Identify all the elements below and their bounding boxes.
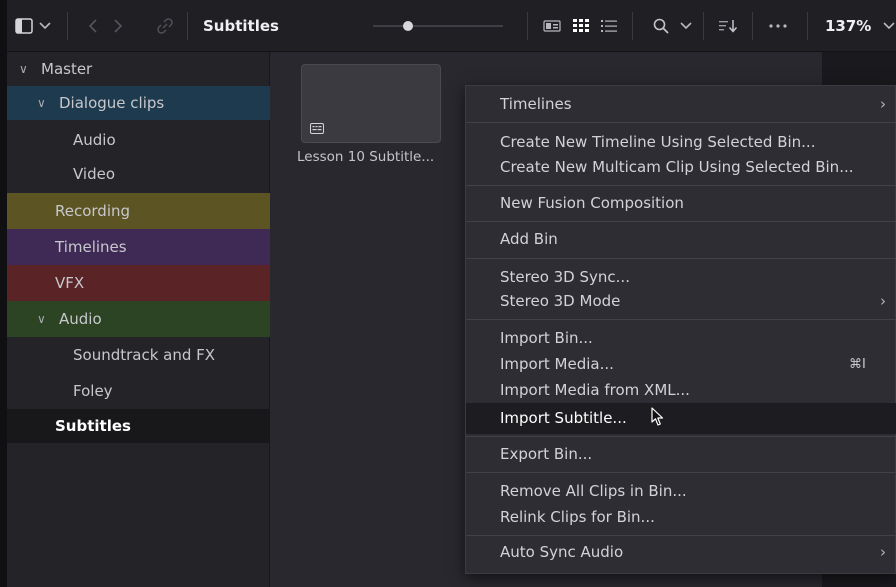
zoom-chevron-down-icon[interactable] (883, 0, 895, 52)
menu-divider (466, 535, 896, 536)
menu-item-auto-sync-audio[interactable]: Auto Sync Audio › (466, 537, 896, 568)
menu-divider (466, 122, 896, 123)
sort-icon[interactable] (717, 0, 741, 52)
bin-item-soundtrack-and-fx[interactable]: Soundtrack and FX (7, 337, 270, 373)
chevron-right-icon: › (880, 543, 886, 561)
bin-item-subtitles[interactable]: Subtitles (7, 409, 270, 443)
toolbar-divider (187, 12, 188, 40)
bin-title: Subtitles (203, 17, 279, 35)
menu-item-label: Export Bin... (500, 445, 593, 463)
chevron-down-icon[interactable] (37, 0, 53, 52)
search-options-chevron-down-icon[interactable] (678, 0, 694, 52)
menu-item-label: Import Subtitle... (500, 409, 627, 427)
bin-item-master[interactable]: ∨ Master (7, 52, 270, 86)
bin-label: Master (41, 60, 93, 78)
bin-label: Foley (73, 382, 113, 400)
bin-label: Video (73, 165, 116, 183)
bin-list-sidebar: ∨ Master ∨ Dialogue clips Audio Video Re… (7, 52, 270, 587)
bin-label: Dialogue clips (59, 94, 165, 112)
thumbnail-size-slider[interactable] (373, 21, 503, 31)
chevron-down-icon[interactable]: ∨ (37, 86, 46, 120)
bin-label: Recording (55, 202, 131, 220)
bin-label: Audio (59, 310, 102, 328)
menu-item-label: Import Media from XML... (500, 381, 690, 399)
zoom-level[interactable]: 137% (825, 0, 871, 52)
menu-divider (466, 258, 896, 259)
menu-divider (466, 185, 896, 186)
link-icon[interactable] (155, 0, 175, 52)
toolbar: Subtitles 137% (7, 0, 896, 52)
menu-item-label: Timelines (500, 95, 572, 113)
menu-item-label: Auto Sync Audio (500, 543, 624, 561)
menu-divider (466, 472, 896, 473)
menu-item-label: New Fusion Composition (500, 194, 684, 212)
toolbar-divider (527, 12, 528, 40)
bin-item-video[interactable]: Video (7, 157, 270, 191)
toolbar-divider (807, 12, 808, 40)
chevron-right-icon: › (880, 95, 886, 113)
chevron-right-icon: › (880, 292, 886, 310)
bin-item-recording[interactable]: Recording (7, 193, 270, 229)
menu-item-new-fusion-composition[interactable]: New Fusion Composition (466, 188, 896, 219)
menu-divider (466, 319, 896, 320)
context-menu: Timelines › Create New Timeline Using Se… (465, 85, 896, 574)
subtitle-clip-thumbnail[interactable] (301, 64, 441, 143)
menu-item-label: Create New Multicam Clip Using Selected … (500, 158, 854, 176)
bin-label: Soundtrack and FX (73, 346, 216, 364)
media-pool-window: Subtitles 137% ∨ Master ∨ Dialogue clips… (7, 0, 896, 587)
bin-item-foley[interactable]: Foley (7, 373, 270, 409)
subtitle-icon (310, 122, 324, 138)
toolbar-divider (703, 12, 704, 40)
more-options-icon[interactable] (764, 0, 792, 52)
menu-item-label: Add Bin (500, 230, 558, 248)
menu-item-export-bin[interactable]: Export Bin... (466, 439, 896, 470)
thumbnail-view-icon[interactable] (570, 0, 592, 52)
chevron-down-icon[interactable]: ∨ (19, 52, 28, 86)
menu-divider (466, 221, 896, 222)
menu-item-stereo-3d-mode[interactable]: Stereo 3D Mode › (466, 286, 896, 317)
bin-item-audio-folder[interactable]: ∨ Audio (7, 301, 270, 337)
menu-item-add-bin[interactable]: Add Bin (466, 224, 896, 255)
menu-item-timelines[interactable]: Timelines › (466, 89, 896, 120)
mouse-pointer-icon (651, 407, 665, 438)
bin-label: Timelines (55, 238, 127, 256)
bin-label: VFX (55, 274, 85, 292)
search-icon[interactable] (650, 0, 672, 52)
bin-item-dialogue-clips[interactable]: ∨ Dialogue clips (7, 86, 270, 120)
bin-label: Audio (73, 131, 116, 149)
toolbar-divider (752, 12, 753, 40)
back-icon[interactable] (85, 0, 101, 52)
bin-item-vfx[interactable]: VFX (7, 265, 270, 301)
menu-item-import-subtitle[interactable]: Import Subtitle... (466, 403, 896, 434)
menu-divider (466, 436, 896, 437)
toolbar-divider (67, 12, 68, 40)
list-view-icon[interactable] (598, 0, 620, 52)
forward-icon[interactable] (110, 0, 126, 52)
menu-item-import-media-from-xml[interactable]: Import Media from XML... (466, 375, 896, 406)
metadata-view-icon[interactable] (541, 0, 563, 52)
chevron-down-icon[interactable]: ∨ (37, 301, 46, 337)
bin-label: Subtitles (55, 417, 131, 435)
clip-name[interactable]: Lesson 10 Subtitle... (297, 149, 447, 165)
bin-item-timelines[interactable]: Timelines (7, 229, 270, 265)
menu-item-label: Stereo 3D Mode (500, 292, 621, 310)
bin-item-audio[interactable]: Audio (7, 123, 270, 157)
menu-item-create-new-multicam-clip[interactable]: Create New Multicam Clip Using Selected … (466, 152, 896, 183)
sidebar-toggle-icon[interactable] (13, 0, 35, 52)
menu-item-label: Relink Clips for Bin... (500, 508, 655, 526)
menu-item-relink-clips[interactable]: Relink Clips for Bin... (466, 502, 896, 533)
toolbar-divider (632, 12, 633, 40)
slider-knob[interactable] (403, 21, 414, 31)
